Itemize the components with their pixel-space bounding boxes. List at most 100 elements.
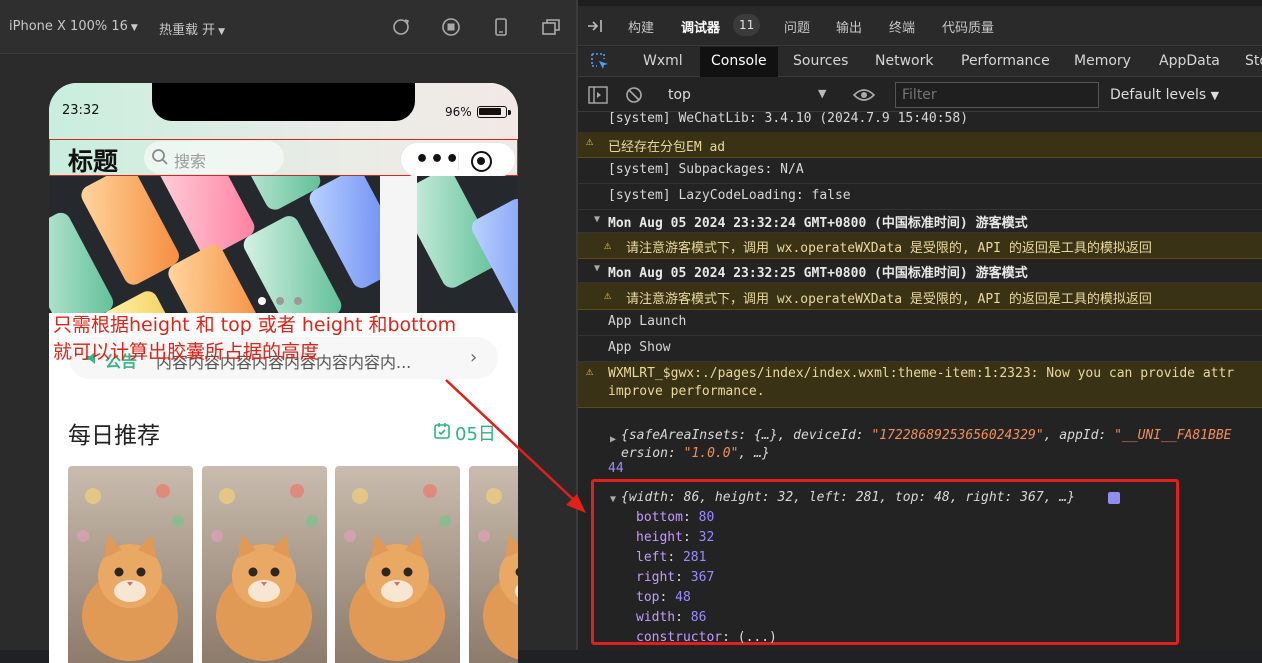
context-caret-icon[interactable]: ▼: [818, 87, 826, 100]
sidebar-toggle-icon[interactable]: [588, 86, 608, 104]
console-line: App Launch: [578, 310, 1262, 336]
daily-recommend-title: 每日推荐: [68, 423, 160, 449]
status-bar: 23:32 96%: [49, 83, 518, 139]
console-toolbar: top ▼ Default levels ▼: [578, 78, 1262, 112]
eye-icon[interactable]: [853, 87, 875, 103]
device-selector[interactable]: iPhone X 100% 16 ▼: [9, 19, 138, 34]
expand-triangle-icon[interactable]: ▶: [610, 434, 616, 445]
collapse-icon[interactable]: [586, 18, 604, 34]
prop-height: height: 32: [636, 530, 715, 545]
simulator-stage: 23:32 96% 标题 搜索 ••• 只需根据height 和 top 或者 …: [0, 55, 576, 663]
red-annotation: 只需根据height 和 top 或者 height 和bottom 就可以计算…: [53, 312, 456, 366]
expand-triangle-icon[interactable]: ▼: [594, 214, 600, 225]
warning-icon: ⚠: [586, 134, 594, 148]
rotate-icon[interactable]: [390, 16, 412, 38]
devtools-top-bar: 构建 调试器 11 问题 输出 终端 代码质量: [578, 0, 1262, 46]
simulator-toolbar: iPhone X 100% 16 ▼ 热重载 开 ▼: [0, 0, 576, 54]
tab-performance[interactable]: Performance: [961, 53, 1050, 69]
search-input[interactable]: 搜索: [144, 141, 284, 174]
menu-capsule[interactable]: •••: [400, 142, 516, 177]
inspect-element-icon[interactable]: [590, 52, 610, 72]
console-object-entry[interactable]: ▶ {safeAreaInsets: {…}, deviceId: "17228…: [578, 408, 1262, 478]
capsule-divider: [458, 152, 459, 170]
tab-storage[interactable]: Sto: [1245, 53, 1262, 69]
more-icon[interactable]: •••: [415, 149, 460, 171]
annotation-line-1: 只需根据height 和 top 或者 height 和bottom: [53, 314, 457, 336]
cat-photo: [68, 466, 193, 663]
collapse-triangle-icon[interactable]: ▼: [610, 494, 616, 505]
tab-debugger[interactable]: 调试器: [681, 17, 720, 36]
battery-percent: 96%: [445, 105, 472, 119]
console-warning: ⚠ 请注意游客模式下，调用 wx.operateWXData 是受限的, API …: [578, 233, 1262, 259]
notch: [152, 83, 415, 121]
log-levels-dropdown[interactable]: Default levels ▼: [1110, 87, 1219, 103]
object-summary[interactable]: {width: 86, height: 32, left: 281, top: …: [621, 490, 1075, 505]
banner-dot[interactable]: [258, 297, 266, 305]
recommend-card[interactable]: [335, 466, 460, 663]
chevron-right-icon: ›: [470, 347, 478, 368]
console-group-header[interactable]: ▼ Mon Aug 05 2024 23:32:25 GMT+0800 (中国标准…: [578, 259, 1262, 283]
banner-swiper[interactable]: [49, 176, 518, 313]
console-number: 44: [608, 461, 624, 476]
tab-console[interactable]: Console: [711, 53, 767, 69]
prop-bottom: bottom: 80: [636, 510, 715, 525]
banner-dot[interactable]: [294, 297, 302, 305]
tab-code-quality[interactable]: 代码质量: [942, 17, 994, 36]
console-warning: ⚠ WXMLRT_$gwx:./pages/index/index.wxml:th…: [578, 362, 1262, 408]
battery-icon: [477, 106, 507, 118]
recommend-card[interactable]: [202, 466, 327, 663]
filter-input[interactable]: [895, 82, 1099, 108]
console-line: App Show: [578, 336, 1262, 362]
banner-indicator: [258, 290, 312, 309]
warning-icon: ⚠: [604, 238, 612, 252]
console-warning: ⚠ 已经存在分包EM ad: [578, 132, 1262, 158]
banner-dot[interactable]: [276, 297, 284, 305]
recommend-card[interactable]: [68, 466, 193, 663]
console-group-header[interactable]: ▼ Mon Aug 05 2024 23:32:24 GMT+0800 (中国标准…: [578, 210, 1262, 233]
devtools-panel: 构建 调试器 11 问题 输出 终端 代码质量 Wxml Console Sou…: [578, 0, 1262, 650]
tab-output[interactable]: 输出: [836, 17, 862, 36]
stop-icon[interactable]: [440, 16, 462, 38]
search-placeholder: 搜索: [174, 152, 207, 171]
calendar-icon: [434, 423, 450, 439]
prop-left: left: 281: [636, 550, 707, 565]
tab-wxml[interactable]: Wxml: [643, 53, 683, 69]
warning-icon: ⚠: [586, 364, 594, 378]
prop-constructor[interactable]: constructor: (...): [636, 630, 777, 645]
simulator-panel: iPhone X 100% 16 ▼ 热重载 开 ▼ 23:32 96% 标题 搜索: [0, 0, 576, 663]
debugger-badge: 11: [733, 14, 761, 36]
console-warning: ⚠ 请注意游客模式下，调用 wx.operateWXData 是受限的, API …: [578, 283, 1262, 310]
banner-gap: [380, 176, 417, 313]
cat-photo: [469, 466, 518, 663]
devtools-panel-tabs: Wxml Console Sources Network Performance…: [578, 47, 1262, 77]
status-time: 23:32: [62, 103, 100, 118]
hot-reload-toggle[interactable]: 热重载 开 ▼: [159, 19, 225, 38]
phone-icon[interactable]: [490, 16, 512, 38]
clear-console-icon[interactable]: [625, 86, 643, 104]
expand-triangle-icon[interactable]: ▼: [594, 263, 600, 274]
console-line: [system] LazyCodeLoading: false: [578, 184, 1262, 210]
tab-terminal[interactable]: 终端: [889, 17, 915, 36]
phone-screen: 23:32 96% 标题 搜索 ••• 只需根据height 和 top 或者 …: [49, 83, 518, 663]
page-title: 标题: [68, 147, 119, 176]
prop-right: right: 367: [636, 570, 715, 585]
warning-icon: ⚠: [604, 288, 612, 302]
daily-date: 05日: [455, 424, 496, 445]
tab-build[interactable]: 构建: [628, 17, 654, 36]
cat-photo: [202, 466, 327, 663]
tab-appdata[interactable]: AppData: [1159, 53, 1220, 69]
window-icon[interactable]: [540, 16, 562, 38]
search-icon: [152, 149, 168, 165]
tab-issues[interactable]: 问题: [784, 17, 810, 36]
context-selector[interactable]: top: [668, 87, 691, 103]
console-line: [system] Subpackages: N/A: [578, 158, 1262, 184]
tab-memory[interactable]: Memory: [1074, 53, 1131, 69]
tab-sources[interactable]: Sources: [793, 53, 848, 69]
close-miniprogram-icon[interactable]: [471, 151, 492, 172]
cat-photo: [335, 466, 460, 663]
recommend-card[interactable]: [469, 466, 518, 663]
info-icon: [1108, 492, 1120, 504]
prop-top: top: 48: [636, 590, 691, 605]
prop-width: width: 86: [636, 610, 707, 625]
tab-network[interactable]: Network: [875, 53, 933, 69]
